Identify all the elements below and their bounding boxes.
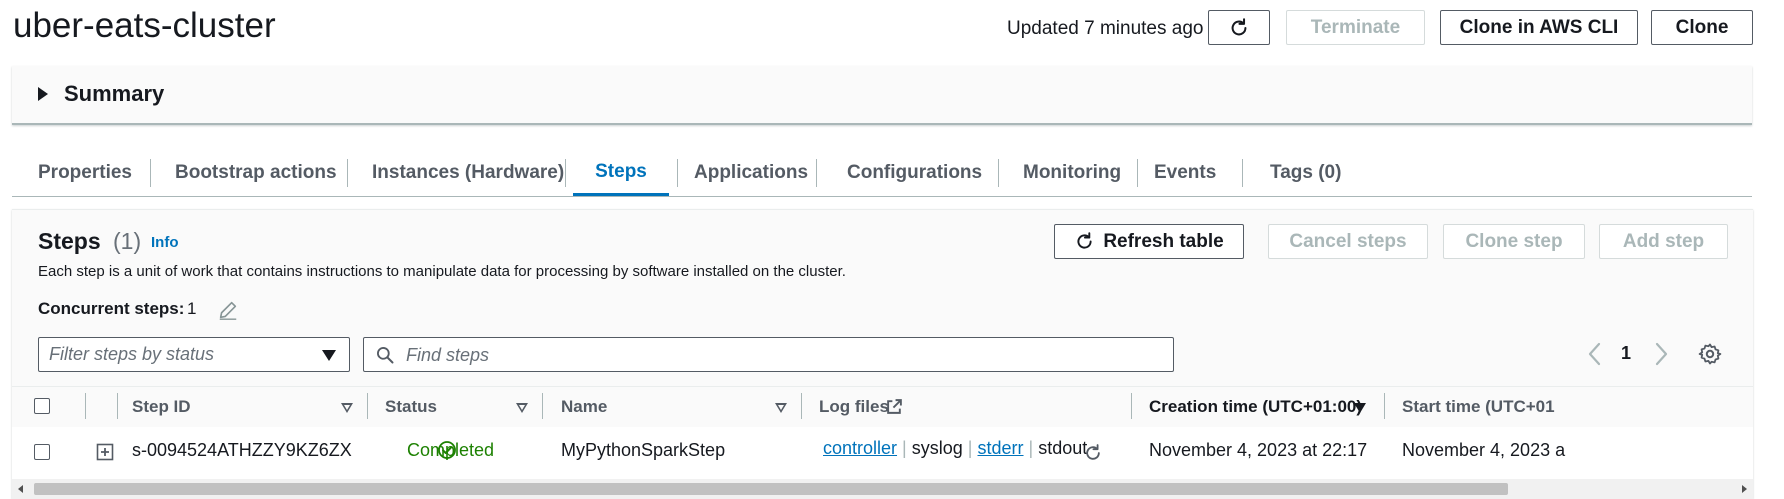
table-header: Step ID Status Name Log files Creation t…	[12, 386, 1753, 428]
horizontal-scrollbar[interactable]	[12, 479, 1753, 499]
summary-expander[interactable]: Summary	[12, 66, 1752, 125]
log-stdout: stdout	[1038, 438, 1088, 458]
refresh-table-label: Refresh table	[1103, 230, 1224, 252]
column-divider	[1384, 393, 1385, 419]
tab-events[interactable]: Events	[1154, 150, 1216, 196]
log-stderr-link[interactable]: stderr	[978, 438, 1024, 458]
tab-divider	[565, 159, 566, 187]
find-steps-input[interactable]	[404, 342, 1148, 368]
page-number[interactable]: 1	[1621, 343, 1631, 364]
tab-bar: Properties Bootstrap actions Instances (…	[12, 150, 1752, 197]
column-header-status[interactable]: Status	[385, 397, 437, 417]
column-divider	[801, 393, 802, 419]
scroll-left-arrow-icon[interactable]	[18, 485, 23, 493]
steps-title: Steps	[38, 228, 101, 254]
tab-monitoring[interactable]: Monitoring	[1023, 150, 1121, 196]
refresh-icon[interactable]	[1083, 443, 1103, 463]
log-syslog: syslog	[911, 438, 963, 458]
page-header: uber-eats-cluster Updated 7 minutes ago …	[0, 0, 1784, 56]
refresh-table-button[interactable]: Refresh table	[1054, 224, 1244, 259]
chevron-left-icon[interactable]	[1585, 341, 1605, 367]
add-step-button[interactable]: Add step	[1599, 224, 1728, 259]
caret-down-icon	[322, 350, 336, 361]
clone-button[interactable]: Clone	[1651, 10, 1753, 45]
select-all-checkbox[interactable]	[34, 398, 50, 414]
sort-icon[interactable]	[341, 403, 353, 413]
step-name: MyPythonSparkStep	[561, 440, 726, 460]
tab-divider	[677, 159, 678, 187]
summary-label: Summary	[64, 81, 165, 106]
sort-icon[interactable]	[516, 403, 528, 413]
tab-divider	[150, 159, 151, 187]
tab-divider	[816, 159, 817, 187]
column-divider	[117, 393, 118, 419]
scroll-right-arrow-icon[interactable]	[1742, 485, 1747, 493]
find-steps-search	[363, 337, 1174, 372]
edit-pencil-icon[interactable]	[217, 299, 239, 321]
refresh-icon	[1077, 232, 1092, 249]
step-id: s-0094524ATHZZY9KZ6ZX	[132, 440, 352, 460]
column-divider	[1131, 393, 1132, 419]
log-controller-link[interactable]: controller	[823, 438, 897, 458]
column-header-start-time[interactable]: Start time (UTC+01	[1402, 397, 1555, 417]
log-separator: |	[902, 438, 907, 458]
gear-icon[interactable]	[1698, 342, 1722, 366]
terminate-button[interactable]: Terminate	[1286, 10, 1425, 45]
updated-timestamp: Updated 7 minutes ago	[1007, 18, 1204, 39]
tab-divider	[998, 159, 999, 187]
column-header-creation-time[interactable]: Creation time (UTC+01:00)	[1149, 397, 1362, 417]
filter-steps-by-status-select[interactable]: Filter steps by status	[38, 337, 350, 372]
tab-bootstrap-actions[interactable]: Bootstrap actions	[175, 150, 337, 196]
column-header-step-id[interactable]: Step ID	[132, 397, 191, 417]
tab-applications[interactable]: Applications	[694, 150, 808, 196]
sort-descending-icon[interactable]	[1354, 403, 1366, 413]
start-time: November 4, 2023 a	[1402, 440, 1566, 460]
tab-divider	[347, 159, 348, 187]
log-separator: |	[1028, 438, 1034, 458]
tab-divider	[1242, 159, 1243, 187]
refresh-icon	[1231, 17, 1247, 35]
column-divider	[542, 393, 543, 419]
column-header-name[interactable]: Name	[561, 397, 607, 417]
concurrent-steps-label: Concurrent steps:	[38, 299, 185, 318]
search-icon	[377, 347, 394, 364]
caret-right-icon	[38, 87, 48, 101]
column-divider	[85, 393, 86, 419]
tab-divider	[1137, 159, 1138, 187]
cancel-steps-button[interactable]: Cancel steps	[1268, 224, 1428, 259]
external-link-icon	[887, 399, 902, 414]
scrollbar-thumb[interactable]	[34, 483, 1508, 495]
page-title: uber-eats-cluster	[13, 6, 276, 45]
check-circle-icon	[438, 441, 456, 459]
creation-time: November 4, 2023 at 22:17	[1149, 440, 1368, 460]
steps-count: (1)	[113, 228, 142, 254]
tab-tags[interactable]: Tags (0)	[1270, 150, 1341, 196]
sort-icon[interactable]	[775, 403, 787, 413]
expand-row-icon[interactable]	[96, 443, 114, 461]
table-row[interactable]: s-0094524ATHZZY9KZ6ZX Completed MyPython…	[12, 427, 1753, 480]
filter-placeholder: Filter steps by status	[49, 344, 215, 364]
log-separator: |	[967, 438, 973, 458]
chevron-right-icon[interactable]	[1651, 341, 1671, 367]
info-link[interactable]: Info	[151, 234, 179, 251]
tab-instances-hardware[interactable]: Instances (Hardware)	[372, 150, 564, 196]
tab-steps[interactable]: Steps	[573, 150, 669, 196]
clone-step-button[interactable]: Clone step	[1443, 224, 1585, 259]
tab-configurations[interactable]: Configurations	[847, 150, 982, 196]
steps-description: Each step is a unit of work that contain…	[38, 263, 846, 280]
column-header-log-files: Log files	[819, 397, 889, 416]
concurrent-steps-value: 1	[187, 299, 197, 318]
clone-in-aws-cli-button[interactable]: Clone in AWS CLI	[1440, 10, 1638, 45]
row-checkbox[interactable]	[34, 444, 50, 460]
tab-properties[interactable]: Properties	[38, 150, 132, 196]
log-files: controller | syslog | stderr | stdout	[823, 438, 1087, 459]
column-divider	[367, 393, 368, 419]
refresh-button[interactable]	[1208, 10, 1270, 45]
